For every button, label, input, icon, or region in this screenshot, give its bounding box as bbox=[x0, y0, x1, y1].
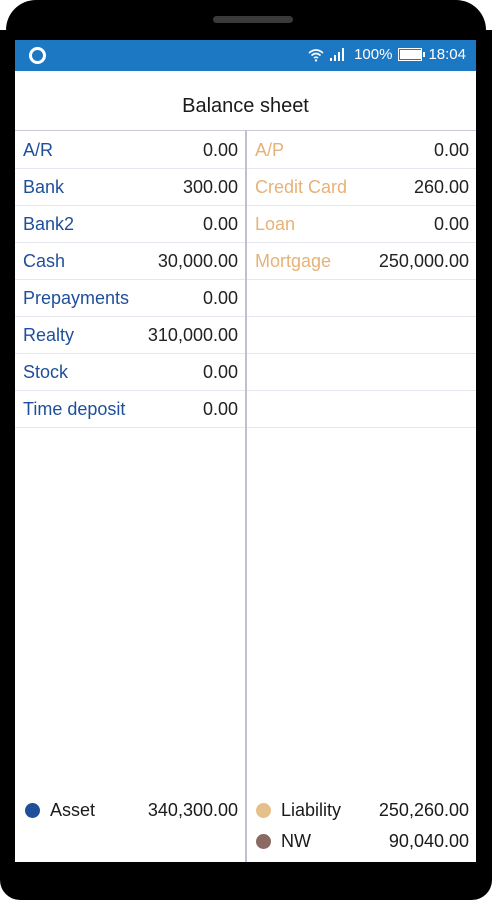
phone-frame: 100% 18:04 Balance sheet A/R 0.00 Bank 300.… bbox=[0, 0, 492, 900]
asset-name: Time deposit bbox=[23, 398, 126, 419]
app-screen: 100% 18:04 Balance sheet A/R 0.00 Bank 300.… bbox=[15, 40, 476, 862]
asset-value: 0.00 bbox=[202, 287, 238, 308]
net-worth-legend-dot bbox=[256, 834, 271, 849]
asset-name: Realty bbox=[23, 324, 75, 345]
phone-bottom-bezel bbox=[0, 862, 492, 900]
empty-row bbox=[247, 317, 476, 354]
phone-top-bezel bbox=[6, 0, 486, 40]
net-worth-label: NW bbox=[281, 831, 311, 851]
liability-name: Mortgage bbox=[255, 250, 332, 271]
liability-row[interactable]: Mortgage 250,000.00 bbox=[247, 243, 476, 280]
asset-name: Cash bbox=[23, 250, 66, 271]
liabilities-column: A/P 0.00 Credit Card 260.00 Loan 0.00 Mortgage… bbox=[247, 132, 476, 428]
asset-value: 310,000.00 bbox=[147, 324, 238, 345]
asset-row[interactable]: Prepayments 0.00 bbox=[15, 280, 245, 317]
liability-total-row[interactable]: Liability 250,260.00 bbox=[256, 795, 469, 826]
asset-total-value: 340,300.00 bbox=[147, 800, 238, 820]
liability-row[interactable]: Loan 0.00 bbox=[247, 206, 476, 243]
liability-name: A/P bbox=[255, 139, 285, 160]
battery-icon bbox=[398, 48, 426, 61]
liability-total-value: 250,260.00 bbox=[378, 800, 469, 820]
empty-row bbox=[247, 280, 476, 317]
asset-total-label: Asset bbox=[50, 800, 96, 820]
signal-icon bbox=[330, 48, 348, 61]
liability-totals: Liability 250,260.00 NW 90,040.00 bbox=[256, 795, 469, 857]
asset-name: Prepayments bbox=[23, 287, 130, 308]
asset-value: 0.00 bbox=[202, 398, 238, 419]
liability-value: 260.00 bbox=[413, 176, 469, 197]
liability-total-label: Liability bbox=[281, 800, 342, 820]
asset-row[interactable]: Bank2 0.00 bbox=[15, 206, 245, 243]
status-time: 18:04 bbox=[428, 46, 466, 63]
wifi-icon bbox=[308, 48, 324, 62]
asset-row[interactable]: Stock 0.00 bbox=[15, 354, 245, 391]
liability-value: 0.00 bbox=[433, 139, 469, 160]
asset-value: 30,000.00 bbox=[157, 250, 238, 271]
assets-column: A/R 0.00 Bank 300.00 Bank2 0.00 Cash 30,000.00 P… bbox=[15, 132, 245, 428]
liability-row[interactable]: Credit Card 260.00 bbox=[247, 169, 476, 206]
asset-row[interactable]: Time deposit 0.00 bbox=[15, 391, 245, 428]
asset-value: 300.00 bbox=[182, 176, 238, 197]
net-worth-row[interactable]: NW 90,040.00 bbox=[256, 826, 469, 857]
liability-value: 0.00 bbox=[433, 213, 469, 234]
empty-row bbox=[247, 391, 476, 428]
asset-row[interactable]: A/R 0.00 bbox=[15, 132, 245, 169]
asset-legend-dot bbox=[25, 803, 40, 818]
asset-name: A/R bbox=[23, 139, 54, 160]
liability-row[interactable]: A/P 0.00 bbox=[247, 132, 476, 169]
phone-left-bezel bbox=[0, 30, 15, 870]
status-icons: 100% 18:04 bbox=[308, 46, 466, 63]
speaker-grille bbox=[213, 16, 293, 23]
asset-row[interactable]: Realty 310,000.00 bbox=[15, 317, 245, 354]
asset-row[interactable]: Cash 30,000.00 bbox=[15, 243, 245, 280]
page-title: Balance sheet bbox=[182, 95, 309, 117]
status-bar: 100% 18:04 bbox=[15, 40, 476, 71]
net-worth-value: 90,040.00 bbox=[388, 831, 469, 851]
phone-right-bezel bbox=[476, 30, 492, 870]
asset-totals: Asset 340,300.00 bbox=[25, 795, 238, 826]
liability-value: 250,000.00 bbox=[378, 250, 469, 271]
asset-name: Bank bbox=[23, 176, 65, 197]
asset-value: 0.00 bbox=[202, 213, 238, 234]
asset-value: 0.00 bbox=[202, 361, 238, 382]
asset-row[interactable]: Bank 300.00 bbox=[15, 169, 245, 206]
asset-total-row[interactable]: Asset 340,300.00 bbox=[25, 795, 238, 826]
app-indicator-icon bbox=[29, 47, 46, 64]
asset-name: Bank2 bbox=[23, 213, 75, 234]
liability-name: Loan bbox=[255, 213, 296, 234]
battery-percent: 100% bbox=[354, 46, 393, 63]
liability-name: Credit Card bbox=[255, 176, 348, 197]
empty-row bbox=[247, 354, 476, 391]
liability-legend-dot bbox=[256, 803, 271, 818]
asset-value: 0.00 bbox=[202, 139, 238, 160]
asset-name: Stock bbox=[23, 361, 69, 382]
